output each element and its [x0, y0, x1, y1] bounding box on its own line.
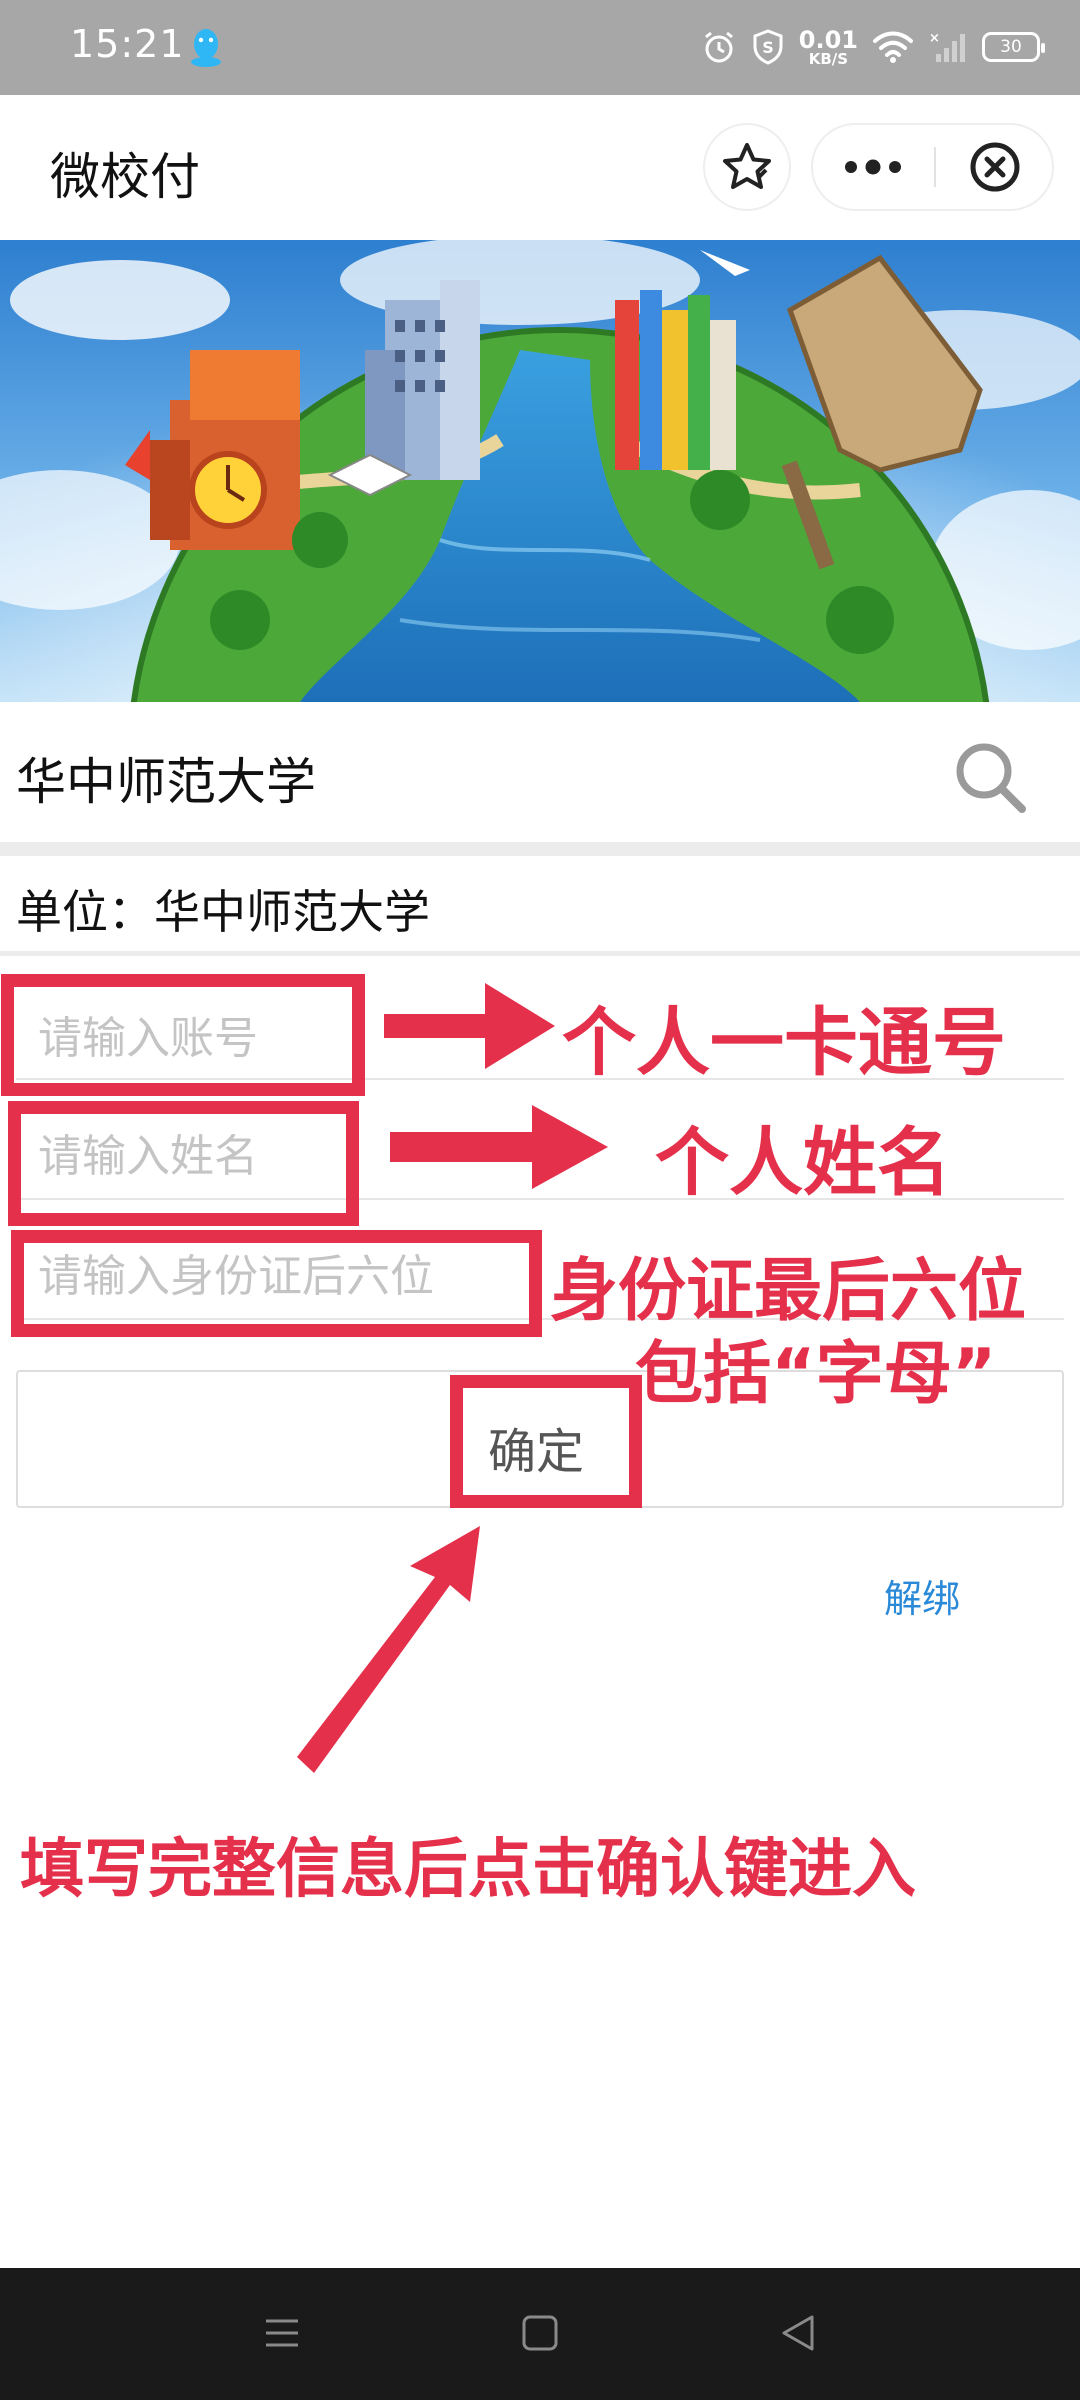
more-button[interactable]: [813, 125, 933, 209]
app-title: 微校付: [50, 148, 200, 206]
svg-text:S: S: [762, 38, 774, 57]
annotation-account-note: 个人一卡通号: [562, 1000, 1006, 1086]
banner-image: [0, 240, 1080, 702]
qq-icon: [191, 29, 221, 67]
signal-icon: ×: [929, 31, 965, 62]
school-name: 华中师范大学: [16, 753, 316, 811]
battery-icon: 30: [982, 32, 1045, 62]
arrow-to-account-icon: [384, 983, 555, 1069]
annotation-bottom-note: 填写完整信息后点击确认键进入: [20, 1833, 916, 1907]
id-highlight-box: [11, 1230, 542, 1337]
mini-program-capsule: [811, 123, 1054, 211]
net-speed-value: 0.01: [798, 25, 858, 54]
net-speed: 0.01 KB/S: [799, 28, 858, 67]
status-time: 15:21: [70, 22, 185, 66]
unit-row: 单位：华中师范大学: [0, 856, 1080, 956]
confirm-highlight-box: [450, 1375, 642, 1508]
arrow-to-name-icon: [390, 1105, 608, 1189]
wifi-icon: [873, 31, 913, 63]
name-highlight-box: [8, 1101, 359, 1226]
close-button[interactable]: [936, 125, 1054, 209]
menu-icon[interactable]: [262, 2313, 302, 2353]
alarm-icon: [704, 31, 733, 63]
net-speed-unit: KB/S: [808, 49, 849, 68]
system-nav-bar: [0, 2268, 1080, 2400]
unbind-link[interactable]: 解绑: [884, 1568, 960, 1623]
home-icon[interactable]: [520, 2313, 560, 2353]
more-icon: [845, 159, 901, 175]
annotation-id-note-line2: 包括“字母”: [635, 1335, 997, 1414]
arrow-to-confirm-icon: [297, 1526, 480, 1773]
shield-icon: S: [753, 29, 783, 65]
school-search-row[interactable]: 华中师范大学: [0, 702, 1080, 842]
star-icon: [723, 143, 771, 189]
search-icon[interactable]: [950, 737, 1030, 817]
status-icons: S 0.01 KB/S × 30: [701, 22, 1045, 72]
status-bar: 15:21 S 0.01 KB/S × 30: [0, 0, 1080, 95]
back-icon[interactable]: [778, 2313, 818, 2353]
svg-text:×: ×: [929, 31, 940, 46]
unit-label: 单位：华中师范大学: [16, 885, 430, 939]
annotation-name-note: 个人姓名: [655, 1120, 951, 1206]
section-divider: [0, 842, 1080, 856]
favorite-button[interactable]: [703, 123, 791, 211]
account-highlight-box: [1, 974, 365, 1096]
battery-level: 30: [1000, 37, 1022, 57]
section-divider-thin: [0, 951, 1080, 956]
close-circle-icon: [970, 142, 1020, 192]
